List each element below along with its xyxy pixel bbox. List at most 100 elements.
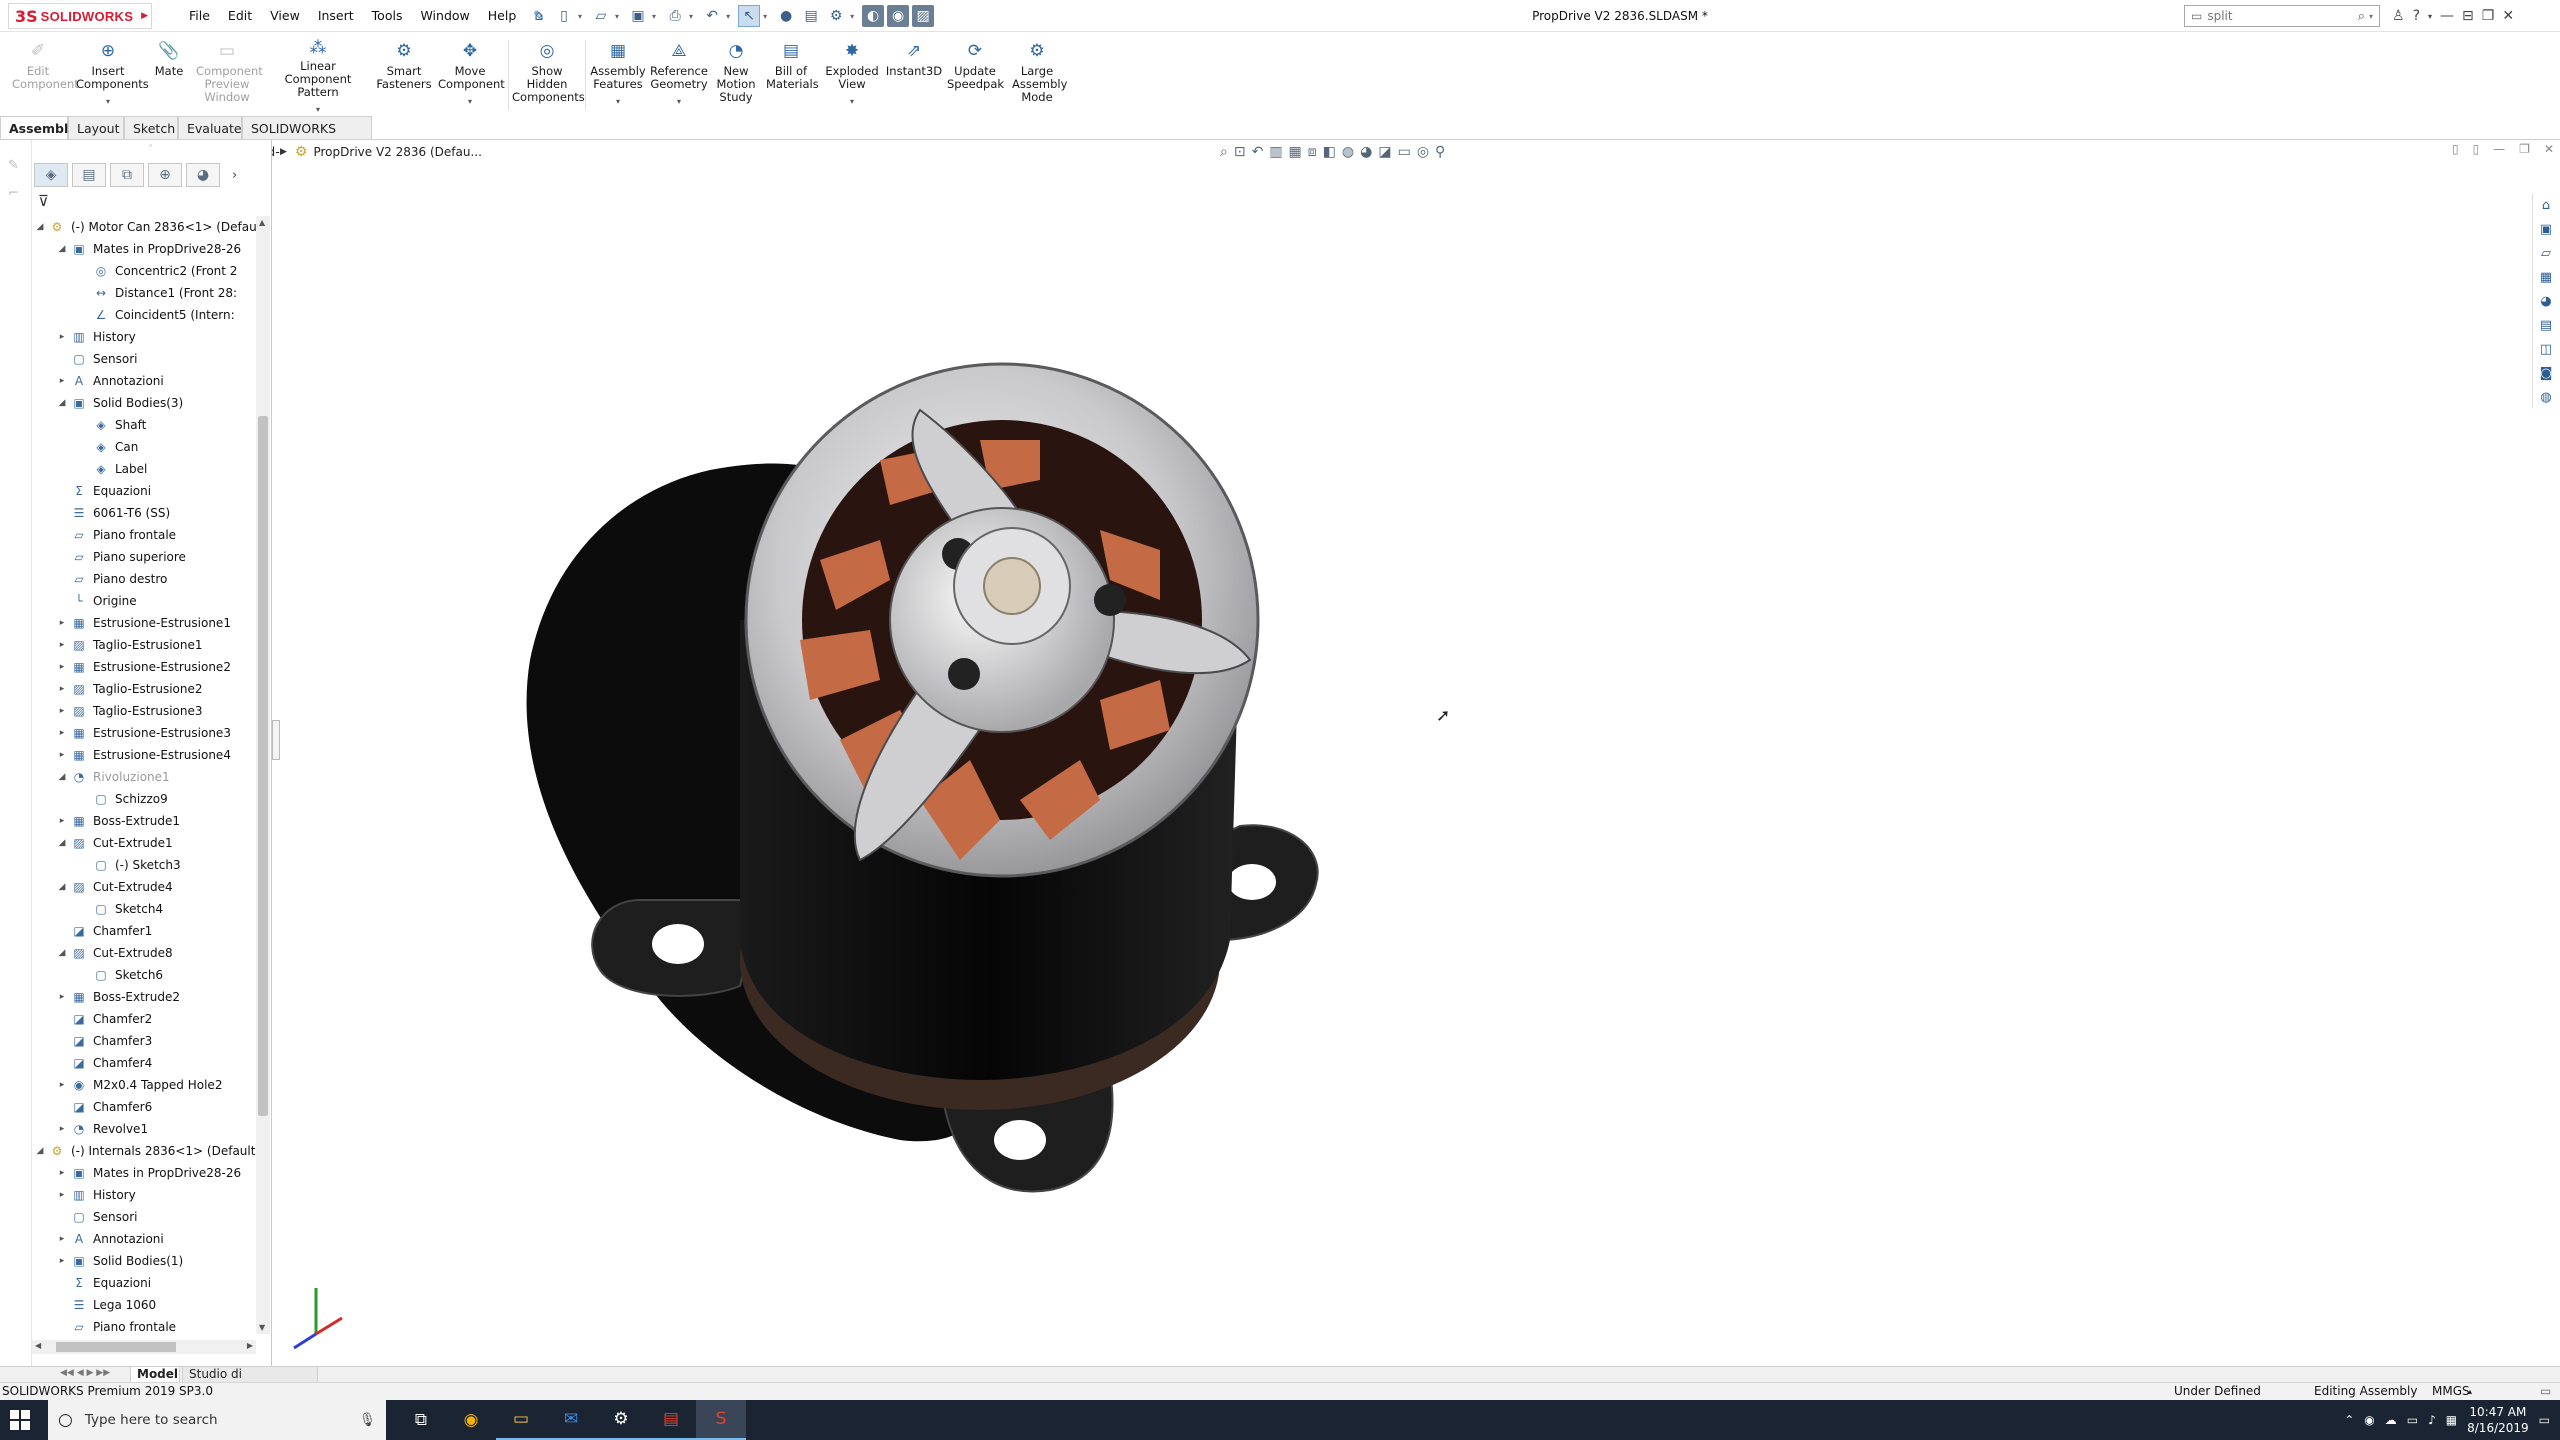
panel-expand-icon[interactable]: › (232, 168, 237, 183)
search-icon[interactable]: ⌕ (2358, 9, 2365, 24)
status-chat-icon[interactable]: ▭ (2540, 1383, 2551, 1400)
tab-motion-study[interactable]: Studio di movimento 1 (182, 1367, 318, 1396)
tree-horizontal-scrollbar[interactable]: ◀ ▶ (32, 1340, 256, 1354)
insert-components-button[interactable]: ⊕ Insert Components ▾ (70, 32, 149, 116)
vp-split-icon[interactable]: ▯ (2473, 142, 2480, 156)
save-icon[interactable]: ▣ (627, 5, 649, 27)
expand-arrow-icon[interactable]: ▸ (56, 1124, 68, 1134)
microphone-icon[interactable]: 🎙 (359, 1412, 376, 1428)
new-motion-study-button[interactable]: ◔ New Motion Study (710, 32, 762, 116)
solidworks-taskbar-icon[interactable]: S (696, 1400, 746, 1440)
large-assembly-mode-button[interactable]: ⚙ Large Assembly Mode (1006, 32, 1068, 116)
forum-icon[interactable]: ◫ (2533, 338, 2559, 360)
view-palette-icon[interactable]: ▦ (2533, 266, 2559, 288)
tree-item[interactable]: ◪ Chamfer1 (56, 920, 152, 942)
windows-start-icon[interactable] (10, 1410, 30, 1430)
collapse-arrow-icon[interactable]: ◢ (56, 244, 68, 254)
tree-item[interactable]: ◢ ⚙ (-) Motor Can 2836<1> (Default< (34, 216, 256, 238)
tree-item[interactable]: ▸ ▥ History (56, 326, 136, 348)
view-setting-icon[interactable]: ▨ (912, 5, 935, 27)
tab-sketch[interactable]: Sketch (124, 116, 178, 139)
tree-item[interactable]: ◪ Chamfer3 (56, 1030, 152, 1052)
tray-drive-icon[interactable]: ☁ (2385, 1413, 2397, 1427)
help-icon[interactable]: ? (2413, 8, 2420, 24)
tree-item[interactable]: Σ Equazioni (56, 480, 151, 502)
expand-arrow-icon[interactable]: ▸ (56, 376, 68, 386)
tray-volume-icon[interactable]: ♪ (2428, 1413, 2436, 1427)
dimxpert-tab-icon[interactable]: ⊕ (148, 163, 182, 187)
tree-item[interactable]: ▱ Piano frontale (56, 524, 176, 546)
collapse-arrow-icon[interactable]: ◢ (56, 838, 68, 848)
outlook-icon[interactable]: ✉ (546, 1400, 596, 1440)
new-dropdown-icon[interactable]: ▾ (578, 12, 582, 21)
tree-item[interactable]: Σ Equazioni (56, 1272, 151, 1294)
tree-item[interactable]: ◈ Label (78, 458, 147, 480)
motor-3d-model[interactable] (280, 140, 1780, 1368)
close-icon[interactable]: ✕ (2502, 8, 2514, 24)
vp-restore-icon[interactable]: ❐ (2519, 142, 2530, 156)
tree-item[interactable]: ◢ ▣ Mates in PropDrive28-26 (56, 238, 242, 260)
tree-item[interactable]: ▸ ▦ Estrusione-Estrusione3 (56, 722, 231, 744)
menu-view[interactable]: View (261, 0, 309, 32)
show-hidden-components-button[interactable]: ◎ Show Hidden Components (511, 32, 585, 116)
component-preview-button[interactable]: ▭ Component Preview Window (192, 32, 263, 116)
tree-item[interactable]: ◢ ▨ Cut-Extrude8 (56, 942, 173, 964)
scroll-up-icon[interactable]: ▲ (259, 218, 265, 227)
expand-arrow-icon[interactable]: ▸ (56, 706, 68, 716)
select-icon[interactable]: ↖ (738, 5, 761, 27)
edit-component-button[interactable]: ✐ Edit Component (6, 32, 79, 116)
tree-hscroll-thumb[interactable] (56, 1342, 176, 1352)
feature-manager-tab-icon[interactable]: ◈ (34, 163, 68, 187)
expand-arrow-icon[interactable]: ▸ (56, 728, 68, 738)
reference-geometry-button[interactable]: ⟁ Reference Geometry ▾ (648, 32, 710, 116)
tab-model[interactable]: Model (130, 1367, 180, 1383)
open-icon[interactable]: ▱ (590, 5, 612, 27)
tree-item[interactable]: ▢ (-) Sketch3 (78, 854, 180, 876)
print-dropdown-icon[interactable]: ▾ (689, 12, 693, 21)
taskbar-clock[interactable]: 10:47 AM 8/16/2019 (2467, 1404, 2529, 1436)
rebuild-icon[interactable]: ● (775, 5, 797, 27)
file-explorer-icon[interactable]: ▭ (496, 1400, 546, 1440)
tree-item[interactable]: ▱ Piano destro (56, 568, 167, 590)
tree-item[interactable]: ▢ Schizzo9 (78, 788, 167, 810)
update-speedpak-button[interactable]: ⟳ Update Speedpak (944, 32, 1006, 116)
tile-icon[interactable]: ⊟ (2462, 8, 2474, 24)
tab-layout[interactable]: Layout (68, 116, 124, 139)
tree-item[interactable]: ▸ ▥ History (56, 1184, 136, 1206)
units-dropdown-icon[interactable]: ▴ (2468, 1383, 2472, 1400)
tree-item[interactable]: ▸ ▨ Taglio-Estrusione1 (56, 634, 203, 656)
restore-icon[interactable]: ❐ (2482, 8, 2495, 24)
tree-item[interactable]: ▸ ▨ Taglio-Estrusione3 (56, 700, 203, 722)
task-view-icon[interactable]: ⧉ (396, 1400, 446, 1440)
smart-fasteners-button[interactable]: ⚙ Smart Fasteners (374, 32, 434, 116)
minimize-icon[interactable]: — (2440, 8, 2454, 24)
undo-icon[interactable]: ↶ (701, 5, 723, 27)
tab-assembly[interactable]: Assembly (0, 116, 76, 139)
tree-item[interactable]: ▸ ▦ Boss-Extrude1 (56, 810, 180, 832)
tree-item[interactable]: ▸ A Annotazioni (56, 370, 164, 392)
collapse-arrow-icon[interactable]: ◢ (34, 222, 46, 232)
collapse-arrow-icon[interactable]: ◢ (56, 948, 68, 958)
tree-item[interactable]: ◪ Chamfer6 (56, 1096, 152, 1118)
move-component-button[interactable]: ✥ Move Component ▾ (434, 32, 506, 116)
instant3d-button[interactable]: ⇗ Instant3D (884, 32, 944, 116)
expand-arrow-icon[interactable]: ▸ (56, 1168, 68, 1178)
chrome-icon[interactable]: ◉ (446, 1400, 496, 1440)
graphics-area[interactable]: ▶ ⚙ PropDrive V2 2836 (Defau... ⌕ ⊡ ↶ ▥ … (280, 140, 2560, 1368)
expand-arrow-icon[interactable]: ▸ (56, 1234, 68, 1244)
tree-item[interactable]: ▸ ▦ Estrusione-Estrusione2 (56, 656, 231, 678)
tray-network-icon[interactable]: ▭ (2407, 1413, 2418, 1427)
appearance-toggle-icon[interactable]: ◉ (887, 5, 910, 27)
taskbar-search-input[interactable]: Type here to search (85, 1412, 218, 1428)
tree-item[interactable]: ▸ ▦ Estrusione-Estrusione1 (56, 612, 231, 634)
expand-arrow-icon[interactable]: ▸ (56, 618, 68, 628)
exploded-view-button[interactable]: ✸ Exploded View ▾ (820, 32, 884, 116)
tree-item[interactable]: ▱ Piano superiore (56, 546, 186, 568)
tray-expand-icon[interactable]: ⌃ (2344, 1413, 2354, 1427)
expand-arrow-icon[interactable]: ▸ (56, 750, 68, 760)
insert-dropdown-icon[interactable]: ▾ (106, 95, 110, 108)
collapse-arrow-icon[interactable]: ◢ (34, 1146, 46, 1156)
acrobat-icon[interactable]: ▤ (646, 1400, 696, 1440)
tree-item[interactable]: ☰ Lega 1060 (56, 1294, 157, 1316)
save-dropdown-icon[interactable]: ▾ (652, 12, 656, 21)
